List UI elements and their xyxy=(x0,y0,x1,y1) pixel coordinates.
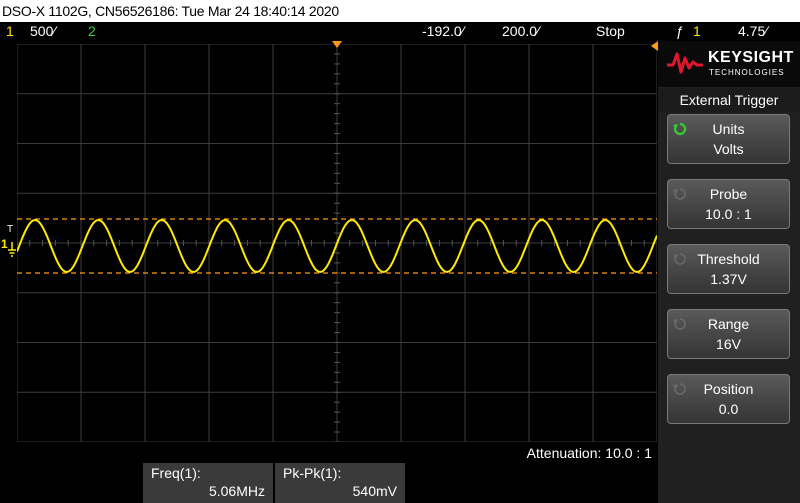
measurement-freq[interactable]: Freq(1): 5.06MHz xyxy=(143,463,273,503)
status-bar: 1 500∕ 2 -192.0∕ 200.0∕ Stop ƒ 1 4.75∕ xyxy=(0,22,800,41)
softkey-units-value: Volts xyxy=(713,141,744,157)
softkey-position-label: Position xyxy=(703,381,754,397)
delay-readout[interactable]: -192.0∕ xyxy=(422,22,464,41)
softkey-panel: KEYSIGHT TECHNOLOGIES External Trigger U… xyxy=(658,41,800,503)
softkey-probe-value: 10.0 : 1 xyxy=(705,206,752,222)
attenuation-readout: Attenuation: 10.0 : 1 xyxy=(526,445,652,461)
waveform-display[interactable] xyxy=(17,44,657,442)
measurement-freq-label: Freq(1): xyxy=(151,465,201,481)
trigger-level[interactable]: 4.75∕ xyxy=(738,22,768,41)
softkey-units-label: Units xyxy=(712,121,745,137)
panel-title: External Trigger xyxy=(658,88,800,112)
softkey-range-value: 16V xyxy=(716,336,741,352)
softkey-probe-label: Probe xyxy=(709,186,748,202)
channel1-scale[interactable]: 500∕ xyxy=(30,22,56,41)
trigger-icon: ƒ xyxy=(676,23,684,39)
channel1-ground-marker[interactable]: 1 xyxy=(1,237,8,251)
logo-brand-text: KEYSIGHT xyxy=(708,49,794,66)
window-title-bar: DSO-X 1102G, CN56526186: Tue Mar 24 18:4… xyxy=(0,0,800,22)
ground-icon xyxy=(8,242,16,257)
trigger-level-marker[interactable]: T xyxy=(7,224,13,235)
trigger-position-marker-icon xyxy=(332,41,342,48)
softkey-range[interactable]: Range 16V xyxy=(667,309,790,359)
softkey-position-value: 0.0 xyxy=(718,401,739,417)
measurement-pkpk-value: 540mV xyxy=(352,483,397,499)
keysight-logo: KEYSIGHT TECHNOLOGIES xyxy=(658,41,800,87)
trigger-channel[interactable]: 1 xyxy=(693,22,701,41)
keysight-wave-icon xyxy=(667,52,703,74)
right-edge-marker-icon xyxy=(651,41,658,51)
softkey-threshold-value: 1.37V xyxy=(710,271,747,287)
run-state[interactable]: Stop xyxy=(596,22,625,41)
channel1-number[interactable]: 1 xyxy=(6,22,14,41)
measurement-freq-value: 5.06MHz xyxy=(208,483,265,499)
softkey-units[interactable]: Units Volts xyxy=(667,114,790,164)
softkey-threshold-label: Threshold xyxy=(697,251,760,267)
measurement-pkpk-label: Pk-Pk(1): xyxy=(283,465,342,481)
measurement-pkpk[interactable]: Pk-Pk(1): 540mV xyxy=(275,463,405,503)
softkey-threshold[interactable]: Threshold 1.37V xyxy=(667,244,790,294)
timebase-readout[interactable]: 200.0∕ xyxy=(502,22,539,41)
window-title: DSO-X 1102G, CN56526186: Tue Mar 24 18:4… xyxy=(2,3,339,19)
logo-sub-text: TECHNOLOGIES xyxy=(709,68,785,77)
softkey-range-label: Range xyxy=(707,316,750,332)
softkey-position[interactable]: Position 0.0 xyxy=(667,374,790,424)
softkey-probe[interactable]: Probe 10.0 : 1 xyxy=(667,179,790,229)
channel2-number[interactable]: 2 xyxy=(88,22,96,41)
